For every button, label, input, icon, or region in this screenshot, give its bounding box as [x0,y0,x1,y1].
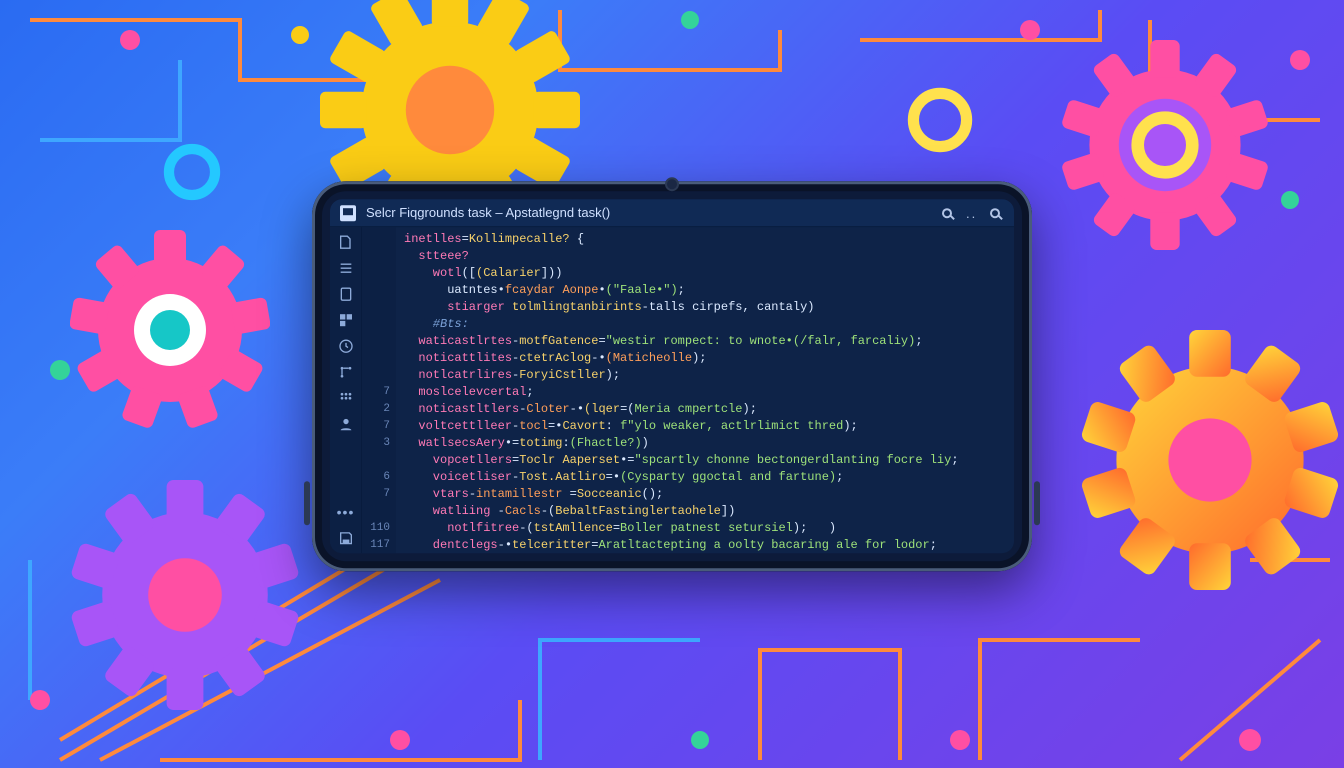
ring-icon [160,140,224,204]
search-icon[interactable] [942,206,956,220]
docs-icon[interactable] [337,285,355,303]
gear-icon [1060,40,1270,250]
files-icon[interactable] [337,233,355,251]
phone-device: Selcr Fiqgrounds task – Apstatlegnd task… [312,181,1032,571]
line-gutter: 727367110117 [362,227,396,553]
ide-window: Selcr Fiqgrounds task – Apstatlegnd task… [330,199,1014,553]
ide-title: Selcr Fiqgrounds task – Apstatlegnd task… [366,205,610,220]
gear-icon [1080,330,1340,590]
ide-workarea: ••• 727367110117 inetlles=Kollimpecalle?… [330,227,1014,553]
gear-icon [70,230,270,430]
file-icon [340,205,356,221]
more-icon[interactable]: ••• [337,503,355,521]
branch-icon[interactable] [337,363,355,381]
ring-icon [905,85,975,155]
save-icon[interactable] [337,529,355,547]
search-icon[interactable] [990,206,1004,220]
extensions-icon[interactable] [337,311,355,329]
code-editor[interactable]: 727367110117 inetlles=Kollimpecalle? { s… [362,227,1014,553]
user-icon[interactable] [337,415,355,433]
more-icon[interactable]: .. [966,206,980,220]
clock-icon[interactable] [337,337,355,355]
list-icon[interactable] [337,259,355,277]
grid-icon[interactable] [337,389,355,407]
code-area[interactable]: inetlles=Kollimpecalle? { stteee? wotl([… [396,227,1014,553]
activity-bar: ••• [330,227,362,553]
gear-icon [70,480,300,710]
phone-camera [665,177,679,191]
ide-titlebar: Selcr Fiqgrounds task – Apstatlegnd task… [330,199,1014,227]
